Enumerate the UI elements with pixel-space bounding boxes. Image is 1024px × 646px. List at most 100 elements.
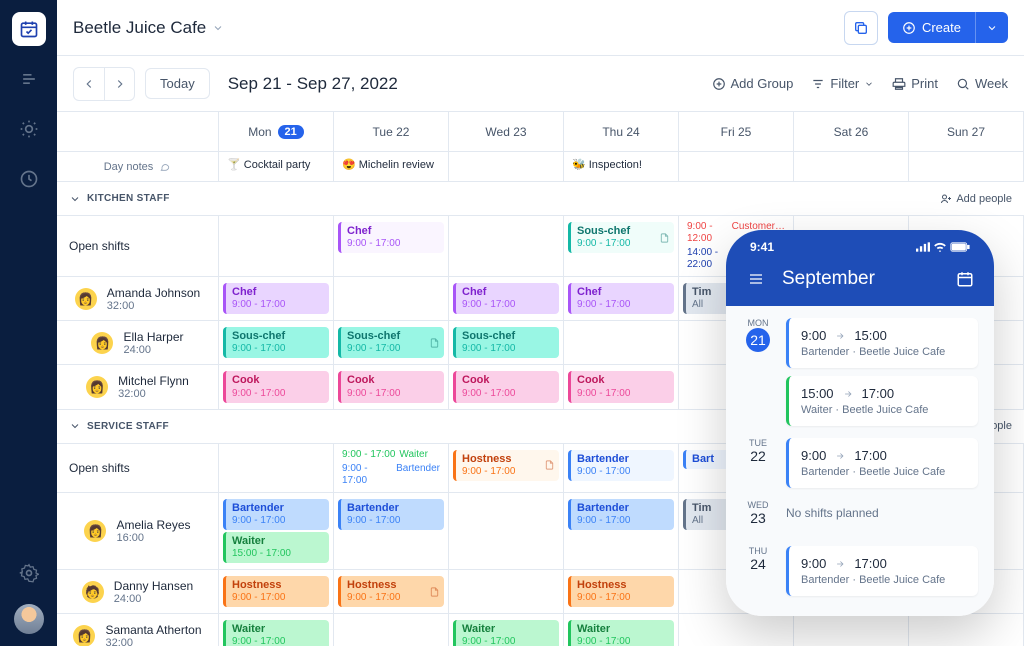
- shift-card[interactable]: Waiter9:00 - 17:00: [453, 620, 559, 646]
- day-column-header[interactable]: Sat 26: [794, 112, 909, 151]
- shift-card[interactable]: Hostness9:00 - 17:00: [453, 450, 559, 481]
- add-people-button[interactable]: Add people: [940, 193, 1012, 205]
- shift-card[interactable]: 9:00 - 17:00Bartender: [338, 462, 444, 488]
- shift-card[interactable]: Cook9:00 - 17:00: [338, 371, 444, 402]
- chevron-down-icon: [69, 193, 81, 205]
- shift-cell[interactable]: Waiter9:00 - 17:00: [564, 614, 679, 646]
- shift-card[interactable]: Hostness9:00 - 17:00: [223, 576, 329, 607]
- shift-card[interactable]: Bartender9:00 - 17:00: [223, 499, 329, 530]
- shift-cell[interactable]: [334, 614, 449, 646]
- shift-cell[interactable]: Hostness9:00 - 17:00: [564, 570, 679, 613]
- shift-cell[interactable]: Hostness9:00 - 17:00: [219, 570, 334, 613]
- shift-cell[interactable]: Bartender9:00 - 17:00: [334, 493, 449, 569]
- sidebar-schedule-icon[interactable]: [12, 12, 46, 46]
- shift-card[interactable]: Cook9:00 - 17:00: [223, 371, 329, 402]
- sidebar-settings-icon[interactable]: [12, 556, 46, 590]
- shift-card[interactable]: Sous-chef9:00 - 17:00: [568, 222, 674, 253]
- chevron-down-icon: [986, 22, 998, 34]
- sidebar-clock-icon[interactable]: [12, 162, 46, 196]
- create-dropdown[interactable]: [975, 12, 1008, 43]
- shift-cell[interactable]: Cook9:00 - 17:00: [334, 365, 449, 408]
- mobile-day-row: WED23No shifts planned: [742, 500, 978, 542]
- shift-cell[interactable]: Bartender9:00 - 17:00: [564, 493, 679, 569]
- day-note-cell[interactable]: 🍸 Cocktail party: [219, 152, 334, 181]
- mobile-shift-card[interactable]: 15:00 17:00Waiter · Beetle Juice Cafe: [786, 376, 978, 426]
- location-selector[interactable]: Beetle Juice Cafe: [73, 18, 224, 38]
- shift-card[interactable]: Waiter9:00 - 17:00: [223, 620, 329, 646]
- shift-cell[interactable]: Bartender9:00 - 17:00Waiter15:00 - 17:00: [219, 493, 334, 569]
- shift-cell[interactable]: Cook9:00 - 17:00: [219, 365, 334, 408]
- section-kitchen-staff[interactable]: KITCHEN STAFF Add people: [57, 182, 1024, 216]
- shift-card[interactable]: Chef9:00 - 17:00: [223, 283, 329, 314]
- day-column-header[interactable]: Sun 27: [909, 112, 1024, 151]
- sidebar-sun-icon[interactable]: [12, 112, 46, 146]
- mobile-status-bar: 9:41: [726, 230, 994, 264]
- filter-button[interactable]: Filter: [811, 76, 874, 91]
- shift-card[interactable]: Chef9:00 - 17:00: [453, 283, 559, 314]
- shift-cell[interactable]: Chef9:00 - 17:00: [219, 277, 334, 320]
- day-note-cell[interactable]: [909, 152, 1024, 181]
- shift-card[interactable]: Bartender9:00 - 17:00: [568, 499, 674, 530]
- user-avatar[interactable]: [14, 604, 44, 634]
- week-view-button[interactable]: Week: [956, 76, 1008, 91]
- shift-cell[interactable]: Chef9:00 - 17:00: [449, 277, 564, 320]
- shift-card[interactable]: Cook9:00 - 17:00: [453, 371, 559, 402]
- shift-cell[interactable]: Waiter9:00 - 17:00: [219, 614, 334, 646]
- day-note-cell[interactable]: 😍 Michelin review: [334, 152, 449, 181]
- shift-cell[interactable]: [679, 614, 794, 646]
- shift-card[interactable]: Chef9:00 - 17:00: [568, 283, 674, 314]
- shift-cell[interactable]: Waiter9:00 - 17:00: [449, 614, 564, 646]
- shift-card[interactable]: Waiter15:00 - 17:00: [223, 532, 329, 563]
- shift-cell[interactable]: [334, 277, 449, 320]
- shift-cell[interactable]: [909, 614, 1024, 646]
- day-column-header[interactable]: Thu 24: [564, 112, 679, 151]
- day-note-cell[interactable]: 🐝 Inspection!: [564, 152, 679, 181]
- shift-cell[interactable]: [794, 614, 909, 646]
- filter-icon: [811, 77, 825, 91]
- copy-button[interactable]: [844, 11, 878, 45]
- shift-cell[interactable]: Sous-chef9:00 - 17:00: [219, 321, 334, 364]
- next-week-button[interactable]: [104, 68, 134, 100]
- shift-cell[interactable]: Cook9:00 - 17:00: [564, 365, 679, 408]
- shift-card[interactable]: 9:00 - 17:00Waiter: [338, 448, 444, 462]
- shift-card[interactable]: Cook9:00 - 17:00: [568, 371, 674, 402]
- shift-card[interactable]: Chef9:00 - 17:00: [338, 222, 444, 253]
- create-button[interactable]: Create: [888, 12, 1008, 43]
- mobile-shift-card[interactable]: 9:00 17:00Bartender · Beetle Juice Cafe: [786, 438, 978, 488]
- mobile-shift-card[interactable]: 9:00 17:00Bartender · Beetle Juice Cafe: [786, 546, 978, 596]
- day-note-cell[interactable]: [449, 152, 564, 181]
- day-column-header[interactable]: Mon 21: [219, 112, 334, 151]
- shift-cell[interactable]: Hostness9:00 - 17:00: [334, 570, 449, 613]
- day-column-header[interactable]: Fri 25: [679, 112, 794, 151]
- shift-card[interactable]: Bartender9:00 - 17:00: [568, 450, 674, 481]
- shift-card[interactable]: Waiter9:00 - 17:00: [568, 620, 674, 646]
- shift-card[interactable]: Bartender9:00 - 17:00: [338, 499, 444, 530]
- sidebar-tasks-icon[interactable]: [12, 62, 46, 96]
- signal-icon: [916, 242, 930, 252]
- shift-card[interactable]: Sous-chef9:00 - 17:00: [453, 327, 559, 358]
- day-column-header[interactable]: Tue 22: [334, 112, 449, 151]
- mobile-shift-card[interactable]: 9:00 15:00Bartender · Beetle Juice Cafe: [786, 318, 978, 368]
- shift-cell[interactable]: Chef9:00 - 17:00: [564, 277, 679, 320]
- shift-cell[interactable]: [449, 570, 564, 613]
- menu-icon[interactable]: [746, 271, 766, 287]
- shift-card[interactable]: Hostness9:00 - 17:00: [338, 576, 444, 607]
- prev-week-button[interactable]: [74, 68, 104, 100]
- shift-cell[interactable]: Cook9:00 - 17:00: [449, 365, 564, 408]
- day-note-cell[interactable]: [794, 152, 909, 181]
- shift-cell[interactable]: [449, 493, 564, 569]
- shift-card[interactable]: Hostness9:00 - 17:00: [568, 576, 674, 607]
- add-group-button[interactable]: Add Group: [712, 76, 794, 91]
- shift-card[interactable]: Sous-chef9:00 - 17:00: [223, 327, 329, 358]
- print-button[interactable]: Print: [892, 76, 938, 91]
- mobile-day-row: THU249:00 17:00Bartender · Beetle Juice …: [742, 546, 978, 604]
- calendar-icon[interactable]: [956, 270, 974, 288]
- shift-cell[interactable]: Sous-chef9:00 - 17:00: [449, 321, 564, 364]
- shift-card[interactable]: Sous-chef9:00 - 17:00: [338, 327, 444, 358]
- day-note-cell[interactable]: [679, 152, 794, 181]
- shift-cell[interactable]: Sous-chef9:00 - 17:00: [334, 321, 449, 364]
- mobile-day-row: TUE229:00 17:00Bartender · Beetle Juice …: [742, 438, 978, 496]
- shift-cell[interactable]: [564, 321, 679, 364]
- day-column-header[interactable]: Wed 23: [449, 112, 564, 151]
- today-button[interactable]: Today: [145, 68, 210, 99]
